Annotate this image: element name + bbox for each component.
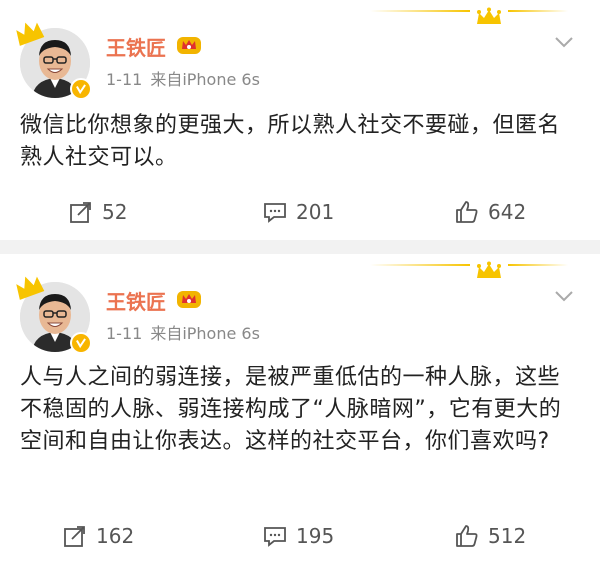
repost-count: 52	[102, 200, 128, 224]
repost-button[interactable]: 52	[68, 192, 127, 232]
chevron-down-icon[interactable]	[554, 36, 574, 48]
avatar[interactable]	[16, 22, 92, 100]
post-source[interactable]: 来自iPhone 6s	[150, 324, 260, 343]
comment-count: 195	[296, 524, 335, 548]
gold-decoration-line	[508, 10, 568, 12]
thumbs-up-icon	[456, 201, 478, 223]
chevron-down-icon[interactable]	[554, 290, 574, 302]
avatar[interactable]	[16, 276, 92, 354]
like-count: 642	[488, 200, 527, 224]
like-button[interactable]: 642	[454, 192, 526, 232]
comment-button[interactable]: 201	[262, 192, 334, 232]
verified-badge-icon	[70, 332, 92, 354]
post-meta: 1-11 来自iPhone 6s	[106, 66, 260, 90]
post-action-bar: 52 201 642	[0, 192, 600, 232]
post-time: 1-11	[106, 70, 143, 89]
post-action-bar: 162 195 512	[0, 516, 600, 556]
gold-decoration-line	[370, 264, 470, 266]
repost-icon	[70, 202, 91, 223]
username[interactable]: 王铁匠	[106, 286, 166, 315]
comment-button[interactable]: 195	[262, 516, 334, 556]
crown-icon	[16, 276, 45, 300]
thumbs-up-icon	[456, 525, 478, 547]
post-text: 人与人之间的弱连接，是被严重低估的一种人脉，这些不稳固的人脉、弱连接构成了“人脉…	[20, 365, 562, 454]
weibo-post-card: 王铁匠 1-11 来自iPhone 6s 微信比你想象的更强大，所以熟人社交不要碰…	[0, 0, 600, 240]
post-text: 微信比你想象的更强大，所以熟人社交不要碰，但匿名熟人社交可以。	[20, 113, 561, 170]
gold-crown-icon	[477, 261, 501, 278]
vip-crown-icon[interactable]	[176, 288, 202, 310]
comment-count: 201	[296, 200, 335, 224]
weibo-post-card: 王铁匠 1-11 来自iPhone 6s 人与人之间的弱连接，是被严重低估的一种人…	[0, 254, 600, 568]
comment-icon	[264, 527, 286, 547]
like-count: 512	[488, 524, 527, 548]
gold-decoration-line	[508, 264, 568, 266]
post-time: 1-11	[106, 324, 143, 343]
post-source[interactable]: 来自iPhone 6s	[150, 70, 260, 89]
vip-crown-icon[interactable]	[176, 34, 202, 56]
repost-count: 162	[96, 524, 135, 548]
repost-button[interactable]: 162	[62, 516, 134, 556]
repost-icon	[64, 526, 85, 547]
username[interactable]: 王铁匠	[106, 32, 166, 61]
crown-icon	[16, 22, 45, 46]
like-button[interactable]: 512	[454, 516, 526, 556]
gold-crown-icon	[477, 7, 501, 24]
verified-badge-icon	[70, 78, 92, 100]
gold-decoration-line	[370, 10, 470, 12]
post-meta: 1-11 来自iPhone 6s	[106, 320, 260, 344]
comment-icon	[264, 203, 286, 223]
